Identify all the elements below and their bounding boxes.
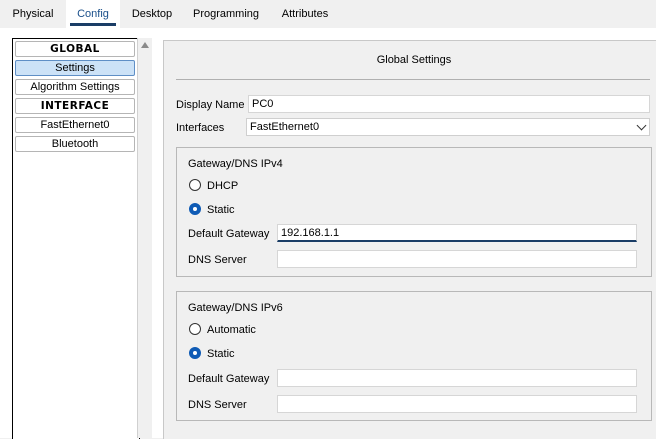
scroll-up-arrow-icon[interactable] (141, 42, 149, 48)
tab-desktop[interactable]: Desktop (124, 0, 180, 28)
ipv6-group-title: Gateway/DNS IPv6 (188, 302, 283, 314)
ipv4-dhcp-label: DHCP (207, 180, 239, 192)
ipv4-dns-label: DNS Server (188, 254, 247, 266)
tab-attributes[interactable]: Attributes (270, 0, 340, 28)
ipv4-group: Gateway/DNS IPv4 DHCP Static Default Gat… (176, 147, 652, 277)
ipv4-dns-field[interactable] (277, 250, 637, 268)
tab-bar: Physical Config Desktop Programming Attr… (0, 0, 656, 28)
sidebar-item-fastethernet0[interactable]: FastEthernet0 (15, 117, 135, 133)
sidebar-header-interface: INTERFACE (15, 98, 135, 114)
tab-label: Physical (12, 8, 54, 20)
interfaces-label: Interfaces (176, 122, 225, 134)
divider (176, 79, 650, 80)
display-name-field[interactable]: PC0 (248, 95, 650, 113)
ipv6-dns-field[interactable] (277, 395, 637, 413)
ipv4-gateway-label: Default Gateway (188, 228, 270, 240)
tab-config[interactable]: Config (66, 0, 120, 28)
ipv4-static-radio[interactable] (189, 203, 201, 215)
ipv4-group-title: Gateway/DNS IPv4 (188, 158, 283, 170)
tab-label: Programming (192, 8, 260, 20)
tab-label: Attributes (281, 8, 329, 20)
sidebar-item-bluetooth[interactable]: Bluetooth (15, 136, 135, 152)
settings-panel: Global Settings Display Name PC0 Interfa… (163, 40, 656, 439)
sidebar-scrollbar[interactable] (137, 38, 152, 438)
ipv6-static-label: Static (207, 348, 235, 360)
sidebar: GLOBAL Settings Algorithm Settings INTER… (12, 38, 140, 439)
tab-label: Config (77, 8, 109, 20)
ipv6-automatic-label: Automatic (207, 324, 256, 336)
display-name-label: Display Name (176, 99, 245, 111)
tab-programming[interactable]: Programming (186, 0, 266, 28)
ipv4-static-label: Static (207, 204, 235, 216)
ipv6-automatic-radio[interactable] (189, 323, 201, 335)
ipv6-gateway-field[interactable] (277, 369, 637, 387)
sidebar-item-algorithm-settings[interactable]: Algorithm Settings (15, 79, 135, 95)
active-tab-indicator (70, 23, 116, 26)
sidebar-item-settings[interactable]: Settings (15, 60, 135, 76)
ipv6-gateway-label: Default Gateway (188, 373, 270, 385)
ipv4-dhcp-radio[interactable] (189, 179, 201, 191)
interfaces-select[interactable]: FastEthernet0 (246, 118, 650, 136)
tab-label: Desktop (131, 8, 173, 20)
ipv6-dns-label: DNS Server (188, 399, 247, 411)
ipv6-static-radio[interactable] (189, 347, 201, 359)
ipv6-group: Gateway/DNS IPv6 Automatic Static Defaul… (176, 291, 652, 421)
interfaces-selected-value: FastEthernet0 (250, 121, 320, 133)
sidebar-header-global: GLOBAL (15, 41, 135, 57)
tab-physical[interactable]: Physical (0, 0, 66, 28)
page-title: Global Settings (376, 54, 452, 66)
chevron-down-icon (636, 120, 647, 131)
ipv4-gateway-field[interactable]: 192.168.1.1 (277, 224, 637, 242)
